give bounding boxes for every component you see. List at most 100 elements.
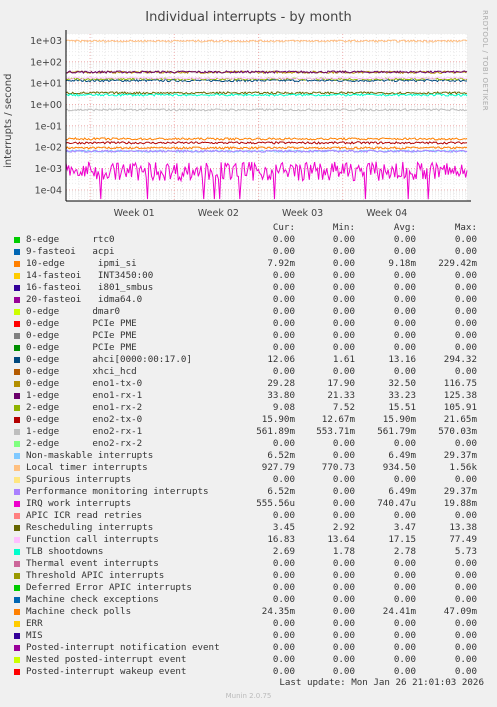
- legend-row: ERR 0.00 0.00 0.00 0.00: [12, 618, 482, 630]
- legend-value-avg: 740.47u: [377, 498, 416, 509]
- legend-label: 0-edge eno2-tx-0: [26, 414, 143, 425]
- legend-value-cur: 3.45: [272, 522, 295, 533]
- legend-value-avg: 32.50: [388, 378, 416, 389]
- y-tick-label: 1e-03: [35, 164, 62, 175]
- legend-label: 8-edge rtc0: [26, 234, 115, 245]
- legend-swatch: [14, 537, 20, 543]
- legend-value-min: 0.00: [332, 342, 355, 353]
- legend-value-avg: 0.00: [393, 558, 416, 569]
- legend-swatch: [14, 549, 20, 555]
- legend-value-min: 0.00: [332, 282, 355, 293]
- legend-label: IRQ work interrupts: [26, 498, 132, 509]
- legend-value-min: 0.00: [332, 270, 355, 281]
- legend-value-min: 0.00: [332, 438, 355, 449]
- legend-value-cur: 555.56u: [256, 498, 295, 509]
- legend-row: 2-edge eno1-rx-2 9.08 7.52 15.51 105.91: [12, 402, 482, 414]
- legend-swatch: [14, 441, 20, 447]
- legend-value-max: 0.00: [454, 318, 477, 329]
- column-header-min: Min:: [332, 222, 355, 233]
- legend-value-max: 0.00: [454, 654, 477, 665]
- legend-value-min: 1.78: [332, 546, 355, 557]
- legend-row: 0-edge ahci[0000:00:17.0] 12.06 1.61 13.16 2…: [12, 354, 482, 366]
- legend-row: 10-edge ipmi_si 7.92m 0.00 9.18m 229.42m: [12, 258, 482, 270]
- legend-swatch: [14, 477, 20, 483]
- legend-value-max: 570.03m: [438, 426, 477, 437]
- legend-swatch: [14, 249, 20, 255]
- legend-row: IRQ work interrupts 555.56u 0.00 740.47u 19.…: [12, 498, 482, 510]
- legend-value-cur: 6.52m: [267, 450, 295, 461]
- legend-row: 0-edge dmar0 0.00 0.00 0.00 0.00: [12, 306, 482, 318]
- legend-value-max: 0.00: [454, 474, 477, 485]
- legend-value-min: 0.00: [332, 570, 355, 581]
- legend-value-min: 0.00: [332, 606, 355, 617]
- last-update: Last update: Mon Jan 26 21:01:03 2026: [279, 677, 484, 688]
- legend-row: Rescheduling interrupts 3.45 2.92 3.47 13.38: [12, 522, 482, 534]
- legend-label: 14-fasteoi INT3450:00: [26, 270, 154, 281]
- legend-value-min: 0.00: [332, 510, 355, 521]
- legend-swatch: [14, 321, 20, 327]
- legend-value-max: 0.00: [454, 618, 477, 629]
- legend-value-max: 77.49: [449, 534, 477, 545]
- legend-value-avg: 0.00: [393, 570, 416, 581]
- legend-value-min: 0.00: [332, 450, 355, 461]
- legend-label: ERR: [26, 618, 43, 629]
- legend-label: Posted-interrupt notification event: [26, 642, 220, 653]
- legend-value-min: 0.00: [332, 654, 355, 665]
- legend-value-min: 0.00: [332, 330, 355, 341]
- legend-value-cur: 0.00: [272, 570, 295, 581]
- legend-swatch: [14, 369, 20, 375]
- legend-row: 0-edge eno2-tx-0 15.90m 12.67m 15.90m 21.65m: [12, 414, 482, 426]
- legend-value-max: 0.00: [454, 294, 477, 305]
- legend-rows: 8-edge rtc0 0.00 0.00 0.00 0.00 9-fasteoi acp…: [12, 234, 482, 678]
- legend-value-avg: 9.18m: [388, 258, 416, 269]
- legend-value-max: 0.00: [454, 234, 477, 245]
- legend-row: Spurious interrupts 0.00 0.00 0.00 0.00: [12, 474, 482, 486]
- legend-row: 0-edge PCIe PME 0.00 0.00 0.00 0.00: [12, 330, 482, 342]
- legend-value-avg: 0.00: [393, 474, 416, 485]
- legend-value-max: 19.88m: [443, 498, 477, 509]
- legend-value-max: 125.38: [443, 390, 477, 401]
- legend-value-avg: 0.00: [393, 270, 416, 281]
- legend-swatch: [14, 333, 20, 339]
- legend-value-cur: 7.92m: [267, 258, 295, 269]
- legend-header: Cur: Min: Avg: Max:: [12, 222, 482, 234]
- legend-swatch: [14, 345, 20, 351]
- legend-value-avg: 0.00: [393, 366, 416, 377]
- legend-label: 2-edge eno1-rx-2: [26, 402, 143, 413]
- legend-value-max: 0.00: [454, 246, 477, 257]
- legend-swatch: [14, 237, 20, 243]
- legend-value-avg: 0.00: [393, 438, 416, 449]
- legend-row: MIS 0.00 0.00 0.00 0.00: [12, 630, 482, 642]
- legend-swatch: [14, 561, 20, 567]
- legend-row: TLB shootdowns 2.69 1.78 2.78 5.73: [12, 546, 482, 558]
- y-tick-label: 1e+03: [30, 36, 62, 47]
- legend-label: Machine check exceptions: [26, 594, 159, 605]
- legend-value-max: 0.00: [454, 582, 477, 593]
- legend-label: 9-fasteoi acpi: [26, 246, 115, 257]
- legend-value-max: 0.00: [454, 630, 477, 641]
- legend-value-avg: 0.00: [393, 318, 416, 329]
- legend-swatch: [14, 285, 20, 291]
- legend-row: Function call interrupts 16.83 13.64 17.15 7…: [12, 534, 482, 546]
- legend-value-cur: 0.00: [272, 510, 295, 521]
- legend-row: 14-fasteoi INT3450:00 0.00 0.00 0.00 0.00: [12, 270, 482, 282]
- legend-value-min: 2.92: [332, 522, 355, 533]
- legend-value-avg: 2.78: [393, 546, 416, 557]
- legend-label: 20-fasteoi idma64.0: [26, 294, 143, 305]
- legend-value-avg: 561.79m: [377, 426, 416, 437]
- legend-row: 1-edge eno1-rx-1 33.80 21.33 33.23 125.38: [12, 390, 482, 402]
- legend-value-min: 17.90: [327, 378, 355, 389]
- legend-value-cur: 0.00: [272, 246, 295, 257]
- legend-value-cur: 0.00: [272, 654, 295, 665]
- legend-row: Performance monitoring interrupts 6.52m 0.…: [12, 486, 482, 498]
- legend-swatch: [14, 261, 20, 267]
- legend-value-cur: 33.80: [267, 390, 295, 401]
- legend-table: Cur: Min: Avg: Max: 8-edge rtc0 0.00 0.00 0…: [12, 222, 482, 678]
- munin-version: Munin 2.0.75: [225, 692, 272, 700]
- legend-label: Local timer interrupts: [26, 462, 148, 473]
- legend-value-min: 0.00: [332, 474, 355, 485]
- legend-swatch: [14, 609, 20, 615]
- legend-label: Function call interrupts: [26, 534, 159, 545]
- legend-row: Nested posted-interrupt event 0.00 0.00 0.0…: [12, 654, 482, 666]
- legend-value-cur: 0.00: [272, 630, 295, 641]
